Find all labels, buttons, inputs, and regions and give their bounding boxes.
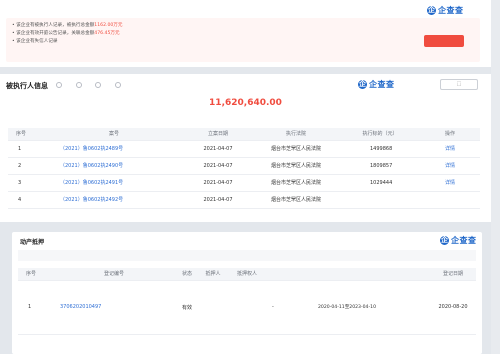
case-number-link[interactable]: （2021）鲁0602执2492号 [44,191,184,209]
mortgage-subtitle-bar [18,250,476,261]
filing-date: 2021-04-07 [184,191,252,209]
export-data-button[interactable]: ⬚ [440,79,478,90]
detail-link[interactable] [420,191,480,209]
export-icon: ⬚ [456,81,462,87]
table-row: 2 （2021）鲁0602执2490号 2021-04-07 烟台市芝罘区人民法… [8,157,480,175]
right-edge-panel [491,0,500,354]
case-number-link[interactable]: （2021）鲁0602执2491号 [44,174,184,192]
executed-card-title: 被执行人信息 [6,82,48,90]
total-amount: 11,620,640.00 [209,98,282,108]
qichacha-logo-icon: 企 [427,6,436,15]
col-mortgagee: 抵押权人 [228,268,266,281]
view-analysis-button[interactable] [424,35,464,47]
col-status: 状态 [176,268,198,281]
qichacha-logo-icon: 企 [440,236,449,245]
col-8 [378,268,430,281]
table-row: 4 （2021）鲁0602执2492号 2021-04-07 烟台市芝罘区人民法… [8,191,480,209]
executed-table-header: 序号 案号 立案日期 执行法院 执行标的（元） 操作 [8,128,480,141]
mortgage-table: 序号 登记编号 状态 抵押人 抵押权人 登记日期 1 3706202010497… [18,268,476,335]
qichacha-logo-text: 企查查 [451,236,477,245]
court: 烟台市芝罘区人民法院 [252,191,340,209]
risk-line-1: • 该企业有被执行人记录，被执行总金额1162.00万元 [12,23,123,28]
table-row: 3 （2021）鲁0602执2491号 2021-04-07 烟台市芝罘区人民法… [8,174,480,192]
col-mortgagor: 抵押人 [198,268,228,281]
col-case-no: 案号 [44,128,184,141]
radio-icon [56,82,62,88]
qichacha-logo-text: 企查查 [369,80,395,89]
risk-line-3: • 该企业有失信人记录 [12,39,58,44]
col-8-value [378,280,430,335]
filter-bar [56,82,134,89]
filter-option-4[interactable] [114,82,123,89]
col-7 [318,268,378,281]
mortgage-card-title: 动产抵押 [20,239,45,246]
case-number-link[interactable]: （2021）鲁0602执2490号 [44,157,184,175]
risk-line-3-prefix: 该企业有失信人记录 [16,39,58,44]
col-amount: 执行标的（元） [340,128,420,141]
col-action: 操作 [420,128,480,141]
risk-line-1-mid: ，被执行总金额 [62,23,95,28]
row-index: 1 [8,140,44,158]
detail-link[interactable]: 详情 [420,157,480,175]
row-index: 4 [8,191,44,209]
col-court: 执行法院 [252,128,340,141]
status: 有效 [176,280,198,335]
qichacha-logo-icon: 企 [358,80,367,89]
risk-line-2-prefix: 该企业有效开庭公告记录 [16,31,67,36]
risk-summary-card: 企 企查查 • 该企业有被执行人记录，被执行总金额1162.00万元 • 该企业… [0,0,491,68]
table-row: 1 （2021）鲁0602执2489号 2021-04-07 烟台市芝罘区人民法… [8,140,480,158]
executed-table: 序号 案号 立案日期 执行法院 执行标的（元） 操作 1 （2021）鲁0602… [8,128,480,209]
radio-icon [114,82,121,88]
col-6 [266,268,318,281]
chattel-mortgage-card: 动产抵押 企 企查查 序号 登记编号 状态 抵押人 抵押权人 登记日期 1 37… [12,232,482,354]
col-7-value: 2020-04-11至2023-04-10 [318,280,378,335]
mortgagee-link[interactable] [228,280,266,335]
col-index: 序号 [18,268,52,281]
qichacha-logo: 企 企查查 [440,235,477,246]
row-index: 2 [8,157,44,175]
execution-amount: 1809857 [340,157,420,175]
table-row: 1 3706202010497 有效 - 2020-04-11至2023-04-… [18,280,476,335]
col-reg-no: 登记编号 [52,268,176,281]
row-index: 3 [8,174,44,192]
detail-link[interactable]: 详情 [420,140,480,158]
case-number-link[interactable]: （2021）鲁0602执2489号 [44,140,184,158]
court: 烟台市芝罘区人民法院 [252,157,340,175]
qichacha-logo: 企 企查查 [358,79,395,90]
filter-option-3[interactable] [95,82,103,89]
col-filing-date: 立案日期 [184,128,252,141]
risk-line-1-value: 1162.00万元 [94,23,123,28]
risk-line-2-value: 476.45万元 [94,31,120,36]
risk-lines-box: • 该企业有被执行人记录，被执行总金额1162.00万元 • 该企业有效开庭公告… [6,18,480,62]
radio-icon [75,82,82,88]
reg-date: 2020-08-20 [430,280,476,335]
filter-option-1[interactable] [56,82,64,89]
col-reg-date: 登记日期 [430,268,476,281]
reg-number-link[interactable]: 3706202010497 [52,280,176,335]
mortgage-table-header: 序号 登记编号 状态 抵押人 抵押权人 登记日期 [18,268,476,281]
mortgagor-link[interactable] [198,280,228,335]
col-6-value: - [266,280,318,335]
col-index: 序号 [8,128,44,141]
execution-amount: 1499868 [340,140,420,158]
filter-option-2[interactable] [75,82,84,89]
row-index: 1 [18,280,52,335]
execution-amount: 1029444 [340,174,420,192]
filing-date: 2021-04-07 [184,174,252,192]
detail-link[interactable]: 详情 [420,174,480,192]
risk-line-1-prefix: 该企业有被执行人记录 [16,23,63,28]
filing-date: 2021-04-07 [184,140,252,158]
risk-line-2-mid: ，关联总金额 [66,31,95,36]
filing-date: 2021-04-07 [184,157,252,175]
qichacha-logo-text: 企查查 [438,6,464,15]
executed-persons-card: 被执行人信息 企 企查查 ⬚ 11,620,640.00 序号 案号 立案日期 … [0,74,491,222]
section-gap [0,222,491,232]
court: 烟台市芝罘区人民法院 [252,174,340,192]
radio-icon [95,82,102,88]
risk-line-2: • 该企业有效开庭公告记录，关联总金额476.45万元 [12,31,120,36]
qichacha-logo: 企 企查查 [427,5,464,16]
execution-amount [340,191,420,209]
court: 烟台市芝罘区人民法院 [252,140,340,158]
